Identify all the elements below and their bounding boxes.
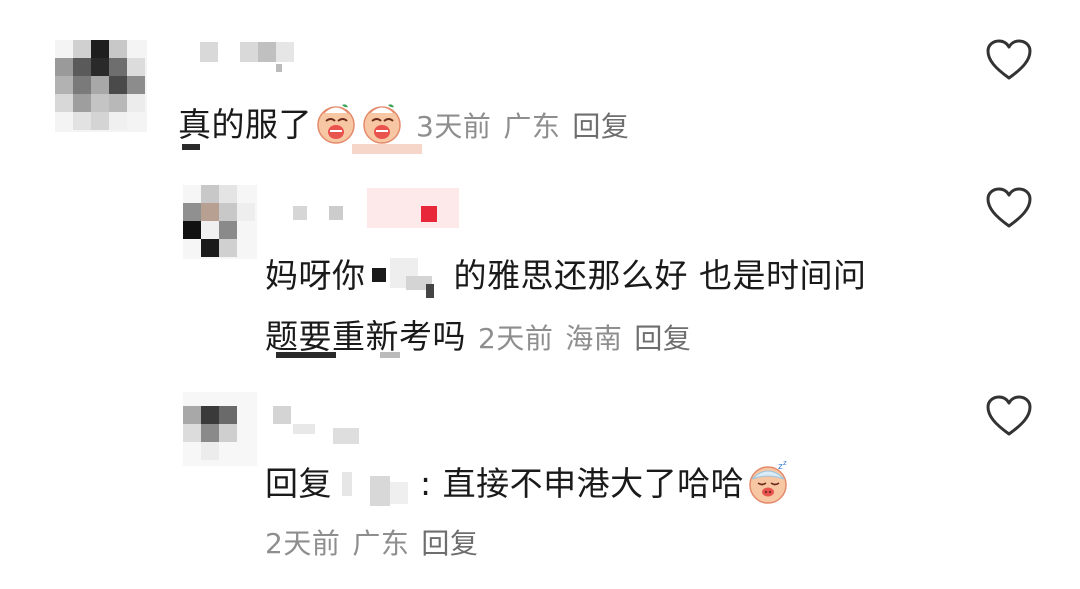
redacted-username[interactable] <box>200 42 300 76</box>
comment-3-meta: 2天前 广东 回复 <box>265 522 478 562</box>
avatar[interactable] <box>183 185 257 259</box>
redacted-mention <box>366 257 454 298</box>
comment-text: 的雅思还那么好 也是时间问 <box>453 256 867 295</box>
timestamp: 2天前 <box>265 527 341 560</box>
avatar[interactable] <box>183 392 257 466</box>
comment-2-line-1: 妈呀你 的雅思还那么好 也是时间问 <box>265 249 867 298</box>
location: 广东 <box>352 527 410 560</box>
reply-button[interactable]: 回复 <box>421 527 478 560</box>
svg-text:z: z <box>783 459 787 467</box>
redacted-username[interactable] <box>293 188 463 228</box>
reply-button[interactable]: 回复 <box>634 322 691 355</box>
sleeping-emoji-icon: z z <box>746 459 792 513</box>
location: 海南 <box>565 322 623 355</box>
like-heart-icon[interactable] <box>985 394 1033 442</box>
like-heart-icon[interactable] <box>985 38 1033 86</box>
reply-prefix: 回复 <box>265 464 332 503</box>
comment-text: 妈呀你 <box>265 256 366 295</box>
avatar[interactable] <box>55 40 147 132</box>
like-heart-icon[interactable] <box>985 186 1033 234</box>
comment-text: 题要重新考吗 <box>265 317 466 356</box>
comment-text: 真的服了 <box>178 105 312 144</box>
comment-text: : 直接不申港大了哈哈 <box>420 464 745 503</box>
comment-3-line: 回复 : 直接不申港大了哈哈 z z <box>265 457 792 513</box>
timestamp: 3天前 <box>416 110 492 143</box>
comment-2-line-2: 题要重新考吗 2天前 海南 回复 <box>265 310 691 358</box>
redacted-username[interactable] <box>273 406 383 446</box>
redacted-mention[interactable] <box>332 466 420 506</box>
timestamp: 2天前 <box>478 322 554 355</box>
location: 广东 <box>503 110 561 143</box>
reply-button[interactable]: 回复 <box>572 110 629 143</box>
